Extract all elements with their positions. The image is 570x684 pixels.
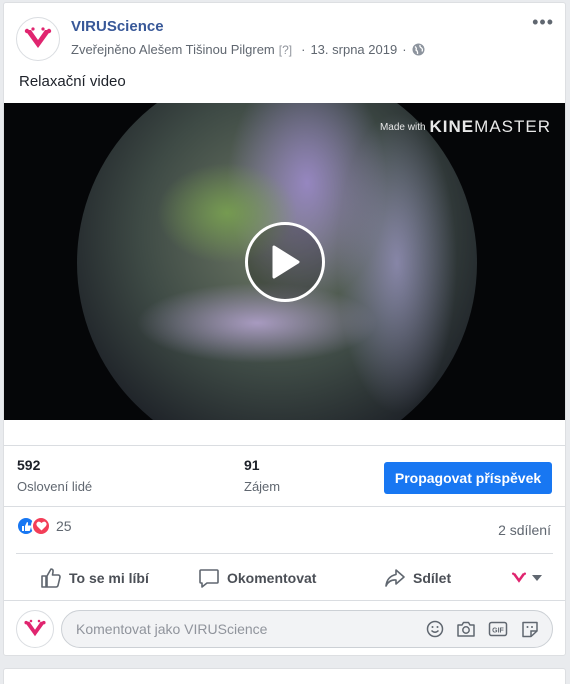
camera-icon[interactable] <box>456 620 476 638</box>
love-icon <box>31 516 51 536</box>
share-label: Sdílet <box>413 570 452 586</box>
comment-input[interactable]: Komentovat jako VIRUScience GIF <box>61 610 553 648</box>
divider <box>4 445 565 446</box>
comment-icon <box>199 569 219 588</box>
share-icon <box>385 569 405 587</box>
divider <box>4 600 565 601</box>
comment-label: Okomentovat <box>227 570 317 586</box>
watermark-prefix: Made with <box>379 121 426 133</box>
more-options-icon[interactable]: ••• <box>532 13 554 31</box>
video-player[interactable]: Made with KINEMASTER <box>4 103 565 420</box>
reactions-summary[interactable]: 25 <box>16 516 72 536</box>
boost-post-button[interactable]: Propagovat příspěvek <box>384 462 552 494</box>
post-as-selector[interactable] <box>511 565 542 591</box>
watermark-brand-rest: MASTER <box>474 117 551 136</box>
sticker-icon[interactable] <box>520 620 540 638</box>
share-button[interactable]: Sdílet <box>384 565 451 591</box>
published-by: Zveřejněno Alešem Tišinou Pilgrem <box>71 42 275 57</box>
like-button[interactable]: To se mi líbí <box>40 565 149 591</box>
reactions-count: 25 <box>56 518 72 534</box>
globe-icon[interactable] <box>412 43 425 56</box>
post-meta: Zveřejněno Alešem Tišinou Pilgrem [?] · … <box>71 42 425 57</box>
comment-placeholder: Komentovat jako VIRUScience <box>76 621 268 637</box>
engagement-label: Zájem <box>244 479 281 494</box>
engagement-stat[interactable]: 91 Zájem <box>244 457 280 494</box>
reach-label: Oslovení lidé <box>17 479 93 494</box>
page-avatar[interactable] <box>16 17 60 61</box>
svg-text:GIF: GIF <box>492 628 504 635</box>
reach-count: 592 <box>17 457 41 473</box>
post-date[interactable]: 13. srpna 2019 <box>310 42 397 57</box>
comment-button[interactable]: Okomentovat <box>198 565 316 591</box>
watermark-brand-bold: KINE <box>429 117 475 136</box>
thumbs-up-icon <box>41 568 61 588</box>
gif-icon[interactable]: GIF <box>488 620 508 638</box>
divider <box>16 553 553 554</box>
commenter-avatar[interactable] <box>16 610 54 648</box>
next-post-card <box>3 668 566 684</box>
emoji-icon[interactable] <box>426 620 444 638</box>
virus-logo-icon <box>24 27 52 48</box>
play-icon <box>272 245 300 279</box>
post-caption: Relaxační video <box>19 73 126 90</box>
shares-count[interactable]: 2 sdílení <box>498 522 551 538</box>
page-name-link[interactable]: VIRUScience <box>71 18 164 35</box>
virus-logo-icon <box>511 572 527 583</box>
help-link[interactable]: [?] <box>279 43 292 57</box>
virus-logo-icon <box>24 619 46 637</box>
engagement-count: 91 <box>244 457 260 473</box>
post-card: VIRUScience Zveřejněno Alešem Tišinou Pi… <box>3 2 566 656</box>
kinemaster-watermark: Made with KINEMASTER <box>380 117 551 137</box>
reach-stat[interactable]: 592 Oslovení lidé <box>17 457 92 494</box>
like-label: To se mi líbí <box>69 570 149 586</box>
play-button[interactable] <box>245 222 325 302</box>
chevron-down-icon <box>532 575 542 581</box>
divider <box>4 506 565 507</box>
